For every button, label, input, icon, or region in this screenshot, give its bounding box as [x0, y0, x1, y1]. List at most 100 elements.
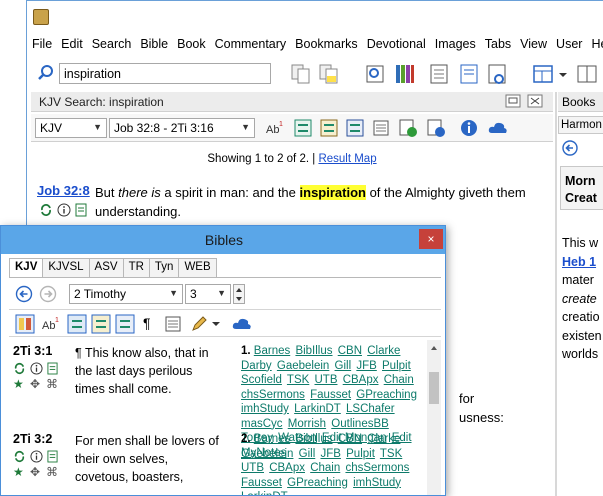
search-input[interactable] [59, 63, 271, 84]
cloud-icon[interactable] [231, 314, 253, 334]
tab-kjvsl[interactable]: KJVSL [42, 258, 90, 277]
result-map-link[interactable]: Result Map [318, 153, 376, 165]
menu-commentary[interactable]: Commentary [210, 35, 291, 55]
tab-tyn[interactable]: Tyn [148, 258, 180, 277]
bibles-title-bar[interactable]: Bibles × [1, 226, 445, 254]
menu-file[interactable]: File [27, 35, 56, 55]
move-icon[interactable]: ✥ [30, 465, 40, 479]
commentary-link[interactable]: Darby [241, 360, 272, 372]
book-body-link[interactable]: Heb 1 [562, 255, 596, 269]
sync-book-icon[interactable] [319, 118, 339, 138]
menu-book[interactable]: Book [172, 35, 210, 55]
link-document-icon[interactable] [485, 62, 509, 86]
sync-link-icon[interactable] [293, 118, 313, 138]
commentary-link[interactable]: TSK [380, 448, 402, 460]
note-icon[interactable] [47, 450, 58, 463]
menu-bookmarks[interactable]: Bookmarks [290, 35, 362, 55]
verse-reference[interactable]: 2Ti 3:1 [13, 344, 52, 358]
commentary-link[interactable]: BibIllus [295, 345, 332, 357]
forward-arrow-icon[interactable] [39, 285, 57, 303]
commentary-link[interactable]: Gaebelein [277, 360, 329, 372]
parallel-view-icon[interactable] [15, 314, 35, 334]
close-panel-icon[interactable] [527, 94, 543, 108]
verses-scrollbar[interactable] [427, 340, 441, 495]
commentary-link[interactable]: LSChafer [346, 403, 395, 415]
commentary-link[interactable]: BibIllus [295, 433, 332, 445]
tab-tr[interactable]: TR [122, 258, 150, 277]
tab-web[interactable]: WEB [178, 258, 217, 277]
menu-view[interactable]: View [515, 35, 551, 55]
verse-reference[interactable]: 2Ti 3:2 [13, 432, 52, 446]
pencil-icon[interactable] [189, 314, 209, 334]
list-view-icon[interactable] [163, 314, 183, 334]
tab-asv[interactable]: ASV [88, 258, 124, 277]
layout-grid-icon[interactable] [531, 62, 555, 86]
commentary-link[interactable]: CBN [338, 433, 362, 445]
scroll-up-icon[interactable] [430, 344, 438, 352]
commentary-link[interactable]: chsSermons [241, 389, 305, 401]
scrollbar-thumb[interactable] [429, 372, 439, 404]
refresh-icon[interactable] [39, 203, 53, 217]
commentary-link[interactable]: Chain [310, 462, 340, 474]
commentary-link[interactable]: Chain [384, 374, 414, 386]
close-icon[interactable]: × [419, 229, 443, 249]
menu-bible[interactable]: Bible [135, 35, 172, 55]
notes-icon[interactable] [457, 62, 481, 86]
paragraph-icon[interactable]: ¶ [143, 315, 151, 331]
font-size-icon[interactable]: Ab 1 [265, 118, 285, 138]
chevron-down-icon[interactable] [211, 314, 221, 334]
commentary-link[interactable]: Gaebelein [241, 448, 293, 460]
commentary-link[interactable]: Gill [299, 448, 316, 460]
note-icon[interactable] [47, 362, 58, 375]
commentary-link[interactable]: Clarke [367, 433, 400, 445]
commentary-link[interactable]: JFB [320, 448, 340, 460]
commentary-link[interactable]: imhStudy [353, 477, 401, 489]
sync-commentary-icon[interactable] [115, 314, 135, 334]
back-arrow-icon[interactable] [15, 285, 33, 303]
commentary-link[interactable]: UTB [315, 374, 338, 386]
commentary-link[interactable]: CBApx [269, 462, 305, 474]
commentary-link[interactable]: GPreaching [356, 389, 417, 401]
commentary-link[interactable]: LarkinDT [241, 491, 288, 495]
font-size-icon[interactable]: Ab 1 [41, 314, 61, 334]
spinner-down-icon[interactable] [235, 295, 243, 303]
menu-devotional[interactable]: Devotional [362, 35, 430, 55]
cloud-icon[interactable] [487, 118, 509, 138]
menu-help[interactable]: He [586, 35, 603, 55]
bibles-shelf-icon[interactable] [393, 62, 417, 86]
command-icon[interactable]: ⌘ [46, 377, 58, 391]
book-select[interactable]: 2 Timothy ▼ [69, 284, 183, 304]
chevron-down-icon[interactable] [557, 62, 569, 86]
move-icon[interactable]: ✥ [30, 377, 40, 391]
menu-edit[interactable]: Edit [56, 35, 87, 55]
chapter-select[interactable]: 3 ▼ [185, 284, 231, 304]
sync-commentary-icon[interactable] [345, 118, 365, 138]
panel-splitter[interactable] [555, 92, 557, 496]
sync-link-icon[interactable] [67, 314, 87, 334]
commentary-link[interactable]: UTB [241, 462, 264, 474]
commentary-link[interactable]: chsSermons [345, 462, 409, 474]
info-icon[interactable] [459, 118, 479, 138]
books-panel-tab[interactable]: Harmon [558, 116, 603, 134]
list-view-icon[interactable] [371, 118, 391, 138]
range-select[interactable]: Job 32:8 - 2Ti 3:16 ▼ [109, 118, 255, 138]
commentary-link[interactable]: OutlinesBB [331, 418, 389, 430]
menu-tabs[interactable]: Tabs [480, 35, 515, 55]
commentary-link[interactable]: Pulpit [382, 360, 411, 372]
commentary-link[interactable]: TSK [287, 374, 309, 386]
menu-images[interactable]: Images [430, 35, 480, 55]
commentary-link[interactable]: LarkinDT [294, 403, 341, 415]
restore-icon[interactable] [505, 94, 521, 108]
sync-book-icon[interactable] [91, 314, 111, 334]
verse-list-icon[interactable] [397, 118, 419, 138]
layout-columns-icon[interactable] [575, 62, 599, 86]
command-icon[interactable]: ⌘ [46, 465, 58, 479]
menu-user[interactable]: User [551, 35, 586, 55]
info-small-icon[interactable] [30, 450, 43, 463]
commentary-link[interactable]: GPreaching [287, 477, 348, 489]
chapter-spinner[interactable] [233, 284, 245, 304]
commentary-link[interactable]: Fausset [241, 477, 282, 489]
refresh-icon[interactable] [13, 362, 26, 375]
info-small-icon[interactable] [57, 203, 71, 217]
commentary-link[interactable]: Fausset [310, 389, 351, 401]
